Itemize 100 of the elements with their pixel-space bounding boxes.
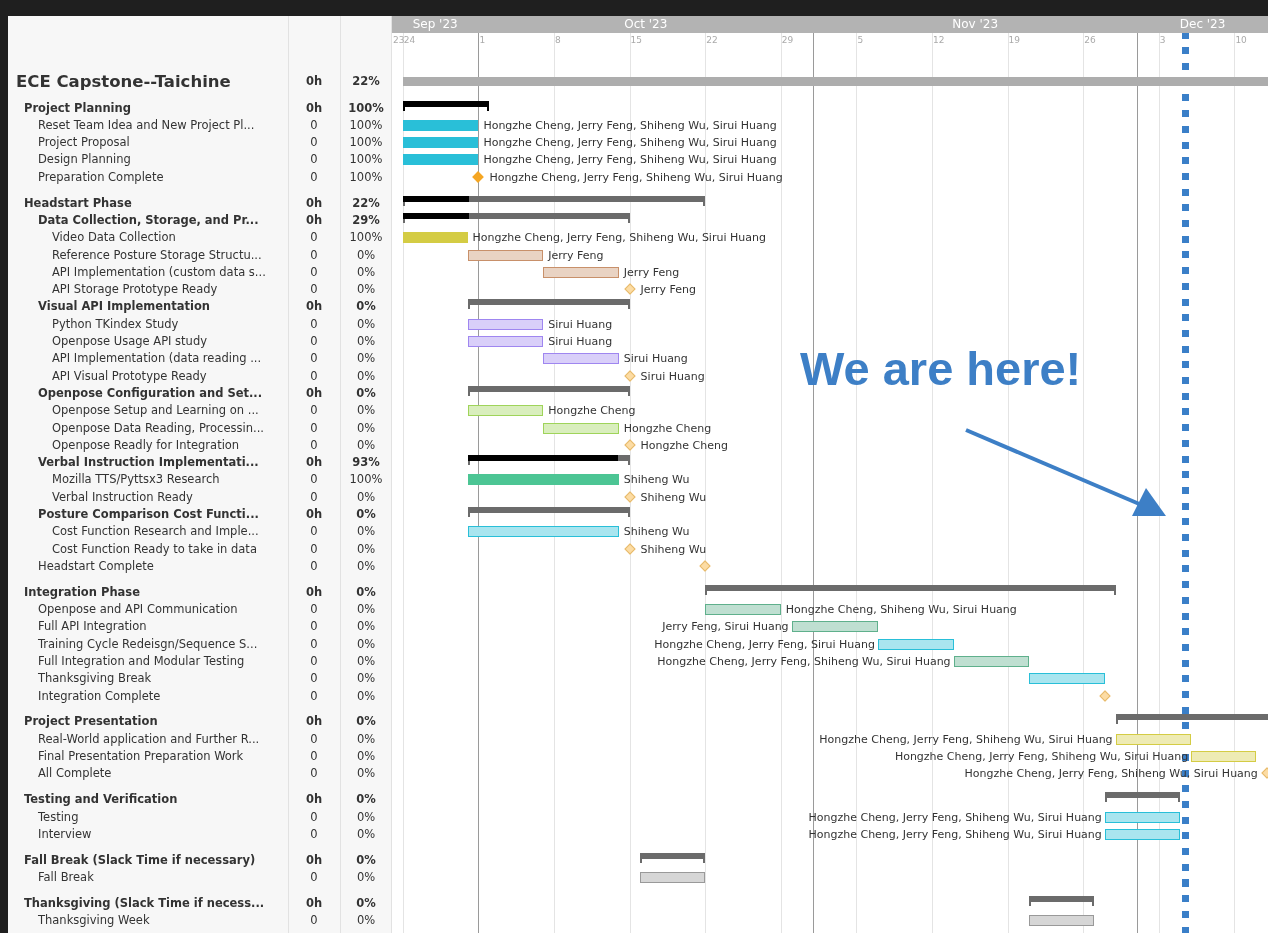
progress-value: 0% (356, 791, 376, 809)
progress-value: 0% (356, 281, 376, 299)
progress-value: 0% (356, 670, 376, 688)
progress-value: 93% (352, 454, 380, 472)
task-name: Openpose Configuration and Set... (38, 384, 263, 402)
assignee-label: Hongzhe Cheng, Jerry Feng, Shiheng Wu, Sirui Huang (483, 152, 777, 169)
assignee-label: Hongzhe Cheng, Jerry Feng, Shiheng Wu, Sirui Huang (489, 169, 783, 186)
task-name: API Implementation (data reading ... (52, 350, 262, 368)
progress-value: 100% (349, 229, 383, 247)
progress-value: 29% (352, 211, 380, 229)
progress-value: 0% (356, 263, 376, 281)
progress-value: 100% (349, 134, 383, 152)
task-name: All Complete (38, 765, 112, 783)
task-name: Video Data Collection (52, 229, 176, 247)
progress-value: 0% (356, 618, 376, 636)
task-name: Headstart Phase (24, 194, 132, 212)
task-name: Design Planning (38, 151, 131, 169)
task-name: API Implementation (custom data s... (52, 263, 266, 281)
assignee-label: Hongzhe Cheng, Jerry Feng, Shiheng Wu, Sirui Huang (483, 117, 777, 134)
hours-value: 0 (310, 825, 318, 843)
day-label: 24 (403, 35, 416, 45)
assignee-label: Hongzhe Cheng, Jerry Feng, Shiheng Wu, Sirui Huang (808, 826, 1102, 843)
assignee-label: Shiheng Wu (640, 489, 707, 506)
task-name: API Visual Prototype Ready (52, 367, 207, 385)
progress-value: 100% (349, 151, 383, 169)
hours-value: 0 (310, 333, 318, 351)
assignee-label: Jerry Feng (640, 282, 696, 299)
assignee-label: Jerry Feng (548, 247, 604, 264)
hours-value: 0 (310, 808, 318, 826)
month-label: Oct '23 (623, 16, 669, 33)
hours-value: 0h (305, 99, 323, 117)
progress-value: 0% (356, 557, 376, 575)
hours-value: 0h (305, 894, 323, 912)
assignee-label: Jerry Feng, Sirui Huang (662, 619, 789, 636)
task-name: Interview (38, 825, 92, 843)
task-name: Cost Function Research and Imple... (52, 523, 259, 541)
hours-value: 0 (310, 912, 318, 930)
hours-value: 0 (310, 618, 318, 636)
hours-value: 0 (310, 653, 318, 670)
assignee-label: Hongzhe Cheng (640, 437, 728, 454)
task-name: Thanksgiving Break (38, 670, 152, 688)
progress-value: 0% (356, 402, 376, 420)
day-label: 19 (1008, 35, 1021, 45)
day-label: 23 (393, 35, 405, 45)
hours-value: 0 (310, 670, 318, 688)
hours-value: 0h (305, 583, 323, 601)
task-name: Reference Posture Storage Structu... (52, 246, 262, 264)
progress-value: 0% (356, 488, 376, 506)
assignee-label: Jerry Feng (623, 264, 680, 281)
assignee-label: Hongzhe Cheng (548, 403, 636, 420)
hours-value: 0h (305, 73, 323, 90)
progress-value: 0% (356, 384, 376, 402)
progress-value: 0% (356, 808, 376, 826)
day-label: 15 (630, 35, 643, 45)
day-label: 1 (479, 35, 486, 45)
hours-value: 0h (305, 791, 323, 809)
hours-value: 0h (305, 194, 323, 212)
assignee-label: Hongzhe Cheng, Jerry Feng, Shiheng Wu, Sirui Huang (472, 230, 766, 247)
hours-value: 0 (310, 730, 318, 748)
progress-value: 0% (356, 713, 376, 731)
hours-value: 0 (310, 557, 318, 575)
task-name: Fall Break (38, 869, 94, 887)
task-name: Openpose Data Reading, Processin... (52, 419, 264, 437)
assignee-label: Shiheng Wu (623, 524, 690, 541)
task-name: Project Proposal (38, 134, 130, 152)
hours-value: 0 (310, 116, 318, 134)
progress-value: 22% (352, 73, 380, 90)
progress-value: 0% (356, 523, 376, 541)
hours-value: 0 (310, 229, 318, 247)
month-label: Nov '23 (951, 16, 1000, 33)
hours-value: 0 (310, 263, 318, 281)
progress-value: 0% (356, 540, 376, 558)
task-name: Verbal Instruction Ready (52, 488, 193, 506)
day-label: 22 (706, 35, 718, 45)
task-name: Verbal Instruction Implementati... (38, 454, 259, 472)
day-label: 5 (857, 35, 864, 45)
hours-value: 0 (310, 488, 318, 506)
assignee-label: Hongzhe Cheng, Jerry Feng, Shiheng Wu, Sirui Huang (808, 809, 1102, 826)
task-name: Openpose and API Communication (38, 601, 238, 619)
assignee-label: Shiheng Wu (623, 472, 690, 489)
task-name: Full API Integration (38, 618, 147, 636)
task-name: Final Presentation Preparation Work (38, 748, 244, 766)
hours-value: 0 (310, 168, 318, 186)
hours-value: 0 (310, 281, 318, 299)
task-name: Visual API Implementation (38, 298, 210, 316)
assignee-label: Hongzhe Cheng, Jerry Feng, Shiheng Wu, Sirui Huang (819, 731, 1113, 748)
progress-value: 0% (356, 583, 376, 601)
day-label: 12 (933, 35, 945, 45)
task-name: Thanksgiving (Slack Time if necess... (24, 894, 265, 912)
progress-value: 0% (356, 436, 376, 454)
hours-value: 0 (310, 315, 318, 333)
hours-value: 0h (305, 506, 323, 523)
hours-value: 0 (310, 523, 318, 541)
assignee-label: Hongzhe Cheng, Jerry Feng, Sirui Huang (654, 636, 875, 653)
task-name: Project Presentation (24, 713, 158, 731)
hours-value: 0h (305, 298, 323, 316)
progress-value: 0% (356, 687, 376, 705)
progress-value: 0% (356, 635, 376, 653)
task-name: Testing and Verification (24, 791, 178, 809)
hours-value: 0h (305, 211, 323, 229)
